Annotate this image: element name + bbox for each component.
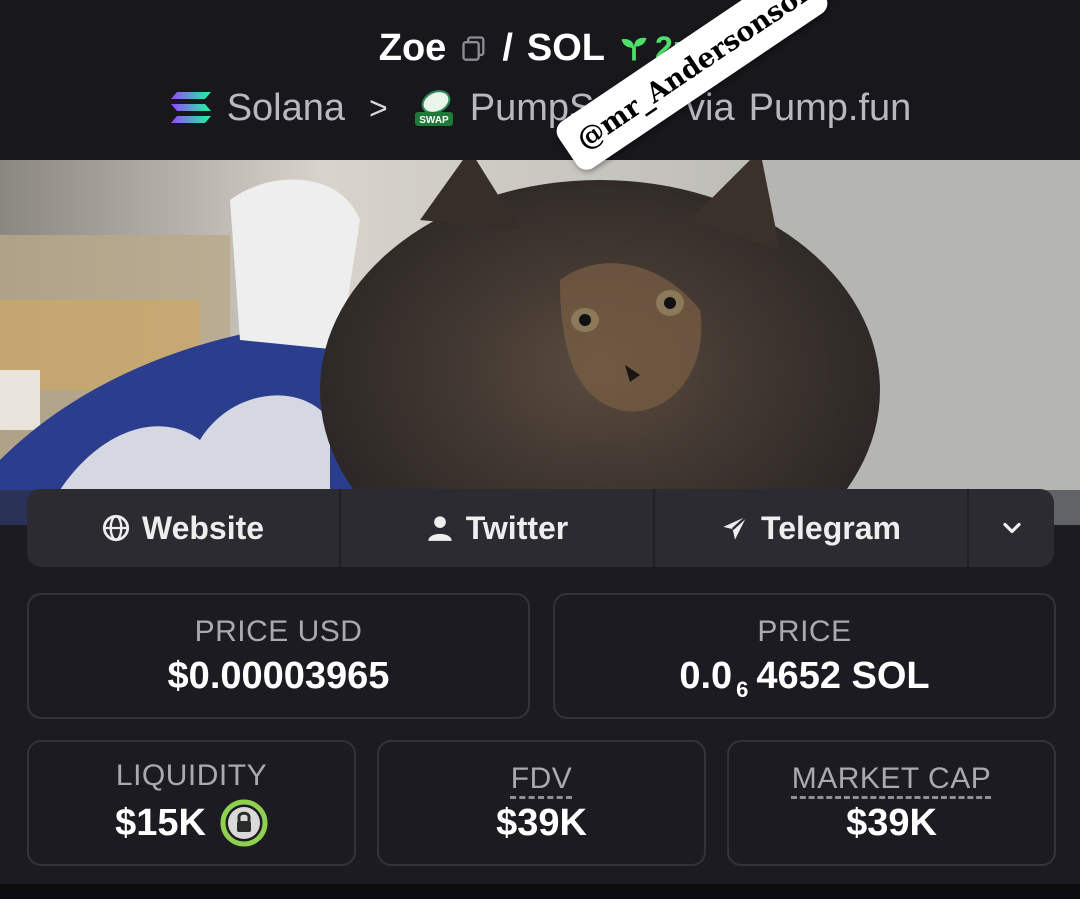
pumpswap-logo-icon: SWAP	[414, 90, 453, 126]
lock-icon[interactable]	[220, 799, 268, 847]
market-cap-card: MARKET CAP $39K	[727, 740, 1056, 866]
launchpad-link[interactable]: Pump.fun	[749, 87, 912, 130]
website-button[interactable]: Website	[27, 489, 341, 567]
chevron-down-icon	[1002, 522, 1021, 534]
telegram-button[interactable]: Telegram	[655, 489, 969, 567]
price-usd-value: $0.00003965	[167, 654, 390, 697]
social-links-bar: Website Twitter Telegram	[27, 489, 1054, 567]
market-cap-label[interactable]: MARKET CAP	[792, 762, 992, 796]
twitter-button[interactable]: Twitter	[341, 489, 655, 567]
price-rest: 4652 SOL	[756, 654, 930, 697]
quote-symbol: SOL	[526, 26, 605, 69]
breadcrumb: Solana > SWAP PumpSwap via Pump.fun	[0, 80, 1080, 136]
liquidity-value-row: $15K	[115, 799, 268, 847]
price-native-value: 0.0 6 4652 SOL	[679, 654, 930, 703]
globe-icon	[102, 514, 130, 542]
chain-link[interactable]: Solana	[227, 87, 345, 130]
token-header: Zoe / SOL 2m Solana >	[0, 0, 1080, 160]
telegram-label: Telegram	[761, 509, 901, 546]
price-zero-count: 6	[736, 677, 749, 702]
fdv-label[interactable]: FDV	[511, 762, 573, 796]
market-cap-value: $39K	[846, 801, 937, 844]
price-prefix: 0.0	[679, 654, 733, 697]
price-label: PRICE	[757, 614, 852, 648]
liquidity-label: LIQUIDITY	[115, 759, 268, 792]
more-links-button[interactable]	[969, 489, 1054, 567]
price-native-card: PRICE 0.0 6 4652 SOL	[553, 593, 1056, 719]
token-name: Zoe	[378, 26, 447, 69]
token-banner-image	[0, 160, 1080, 525]
price-usd-card: PRICE USD $0.00003965	[27, 593, 530, 719]
svg-text:SWAP: SWAP	[419, 115, 449, 126]
title-row: Zoe / SOL 2m	[0, 20, 1080, 76]
price-usd-label: PRICE USD	[194, 614, 363, 648]
cat-photo	[0, 160, 1080, 525]
chevron-right-icon: >	[369, 89, 388, 126]
liquidity-value: $15K	[115, 801, 206, 844]
solana-logo-icon	[170, 92, 211, 123]
twitter-label: Twitter	[465, 509, 569, 546]
copy-icon[interactable]	[460, 34, 488, 62]
liquidity-card: LIQUIDITY $15K	[27, 740, 356, 866]
pair-separator: /	[502, 26, 513, 69]
bottom-edge	[0, 884, 1080, 899]
user-icon	[428, 516, 452, 541]
paper-plane-icon	[723, 515, 748, 540]
website-label: Website	[141, 509, 265, 546]
fdv-value: $39K	[496, 801, 587, 844]
sprout-icon	[621, 37, 647, 61]
fdv-card: FDV $39K	[377, 740, 706, 866]
